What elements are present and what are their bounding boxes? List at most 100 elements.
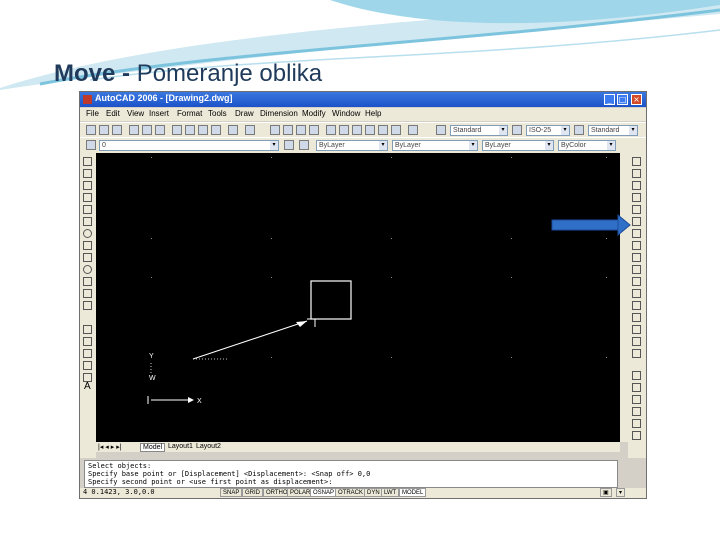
tab-nav-arrows-icon[interactable]: |◂ ◂ ▸ ▸| <box>98 443 122 451</box>
menu-help[interactable]: Help <box>365 109 381 118</box>
menu-insert[interactable]: Insert <box>149 109 169 118</box>
vertical-scrollbar[interactable] <box>620 153 628 442</box>
undo-icon[interactable] <box>228 125 238 135</box>
menu-format[interactable]: Format <box>177 109 202 118</box>
locate-point-icon[interactable] <box>632 431 641 440</box>
new-icon[interactable] <box>86 125 96 135</box>
plot-style-select[interactable]: ByColor ▾ <box>558 140 616 151</box>
window-titlebar[interactable]: AutoCAD 2006 - [Drawing2.dwg] _ □ × <box>80 92 646 107</box>
color-select[interactable]: ByLayer ▾ <box>316 140 388 151</box>
chamfer-icon[interactable] <box>632 325 641 334</box>
menu-file[interactable]: File <box>86 109 99 118</box>
revision-cloud-icon[interactable] <box>83 241 92 250</box>
gradient-icon[interactable] <box>83 349 92 358</box>
sheet-set-icon[interactable] <box>365 125 375 135</box>
menu-window[interactable]: Window <box>332 109 360 118</box>
zoom-window-icon[interactable] <box>296 125 306 135</box>
break-icon[interactable] <box>632 301 641 310</box>
open-icon[interactable] <box>99 125 109 135</box>
make-block-icon[interactable] <box>83 301 92 310</box>
multiline-text-icon[interactable]: A <box>84 381 91 392</box>
copy-object-icon[interactable] <box>632 169 641 178</box>
fillet-icon[interactable] <box>632 337 641 346</box>
circle-icon[interactable] <box>83 229 92 238</box>
save-icon[interactable] <box>112 125 122 135</box>
close-button[interactable]: × <box>631 94 642 105</box>
scale-icon[interactable] <box>632 241 641 250</box>
make-current-icon[interactable] <box>284 140 294 150</box>
grid-toggle[interactable]: GRID <box>242 488 263 497</box>
match-properties-icon[interactable] <box>211 125 221 135</box>
quickcalc-icon[interactable] <box>391 125 401 135</box>
pan-icon[interactable] <box>270 125 280 135</box>
layer-manager-icon[interactable] <box>86 140 96 150</box>
menu-dimension[interactable]: Dimension <box>260 109 298 118</box>
trim-icon[interactable] <box>632 265 641 274</box>
tray-settings-icon[interactable]: ▾ <box>616 488 626 497</box>
tool-palettes-icon[interactable] <box>352 125 362 135</box>
stretch-icon[interactable] <box>632 253 641 262</box>
ellipse-arc-icon[interactable] <box>83 277 92 286</box>
menu-draw[interactable]: Draw <box>235 109 254 118</box>
menu-tools[interactable]: Tools <box>208 109 227 118</box>
plot-preview-icon[interactable] <box>142 125 152 135</box>
command-line[interactable]: Select objects: Specify base point or [D… <box>84 460 618 488</box>
menu-modify[interactable]: Modify <box>302 109 326 118</box>
insert-block-icon[interactable] <box>83 289 92 298</box>
otrack-toggle[interactable]: OTRACK <box>335 488 367 497</box>
lineweight-select[interactable]: ByLayer ▾ <box>482 140 554 151</box>
draw-order-icon[interactable] <box>632 371 641 380</box>
markup-icon[interactable] <box>378 125 388 135</box>
arc-icon[interactable] <box>83 217 92 226</box>
hatch-icon[interactable] <box>83 337 92 346</box>
dyn-toggle[interactable]: DYN <box>364 488 383 497</box>
break-at-point-icon[interactable] <box>632 289 641 298</box>
move-icon[interactable] <box>632 217 641 226</box>
join-icon[interactable] <box>632 313 641 322</box>
mirror-icon[interactable] <box>632 181 641 190</box>
text-style-select[interactable]: Standard ▾ <box>450 125 508 136</box>
publish-icon[interactable] <box>155 125 165 135</box>
tray-lock-icon[interactable]: ▣ <box>600 488 612 497</box>
zoom-realtime-icon[interactable] <box>283 125 293 135</box>
osnap-toggle[interactable]: OSNAP <box>310 488 338 497</box>
area-icon[interactable] <box>632 407 641 416</box>
ellipse-icon[interactable] <box>83 265 92 274</box>
construction-line-icon[interactable] <box>83 169 92 178</box>
line-icon[interactable] <box>83 157 92 166</box>
distance-icon[interactable] <box>632 395 641 404</box>
maximize-button[interactable]: □ <box>617 94 628 105</box>
drawing-canvas[interactable]: Y W X <box>96 153 620 442</box>
menu-view[interactable]: View <box>127 109 144 118</box>
region-icon[interactable] <box>83 361 92 370</box>
offset-icon[interactable] <box>632 193 641 202</box>
point-icon[interactable] <box>83 325 92 334</box>
paste-icon[interactable] <box>198 125 208 135</box>
design-center-icon[interactable] <box>339 125 349 135</box>
lwt-toggle[interactable]: LWT <box>381 488 400 497</box>
copy-icon[interactable] <box>185 125 195 135</box>
zoom-previous-icon[interactable] <box>309 125 319 135</box>
erase-icon[interactable] <box>632 157 641 166</box>
array-icon[interactable] <box>632 205 641 214</box>
minimize-button[interactable]: _ <box>604 94 615 105</box>
inquiry-icon[interactable] <box>632 383 641 392</box>
rectangle-icon[interactable] <box>83 205 92 214</box>
polyline-icon[interactable] <box>83 181 92 190</box>
rotate-icon[interactable] <box>632 229 641 238</box>
explode-icon[interactable] <box>632 349 641 358</box>
redo-icon[interactable] <box>245 125 255 135</box>
spline-icon[interactable] <box>83 253 92 262</box>
tab-layout1[interactable]: Layout1 <box>168 443 193 450</box>
layer-select[interactable]: 0 ▾ <box>99 140 279 151</box>
cut-icon[interactable] <box>172 125 182 135</box>
tab-layout2[interactable]: Layout2 <box>196 443 221 450</box>
dim-style-select[interactable]: ISO-25 ▾ <box>526 125 570 136</box>
plot-icon[interactable] <box>129 125 139 135</box>
snap-toggle[interactable]: SNAP <box>220 488 243 497</box>
model-toggle[interactable]: MODEL <box>399 488 427 497</box>
polygon-icon[interactable] <box>83 193 92 202</box>
selected-square[interactable] <box>310 280 352 320</box>
properties-icon[interactable] <box>326 125 336 135</box>
linetype-select[interactable]: ByLayer ▾ <box>392 140 478 151</box>
